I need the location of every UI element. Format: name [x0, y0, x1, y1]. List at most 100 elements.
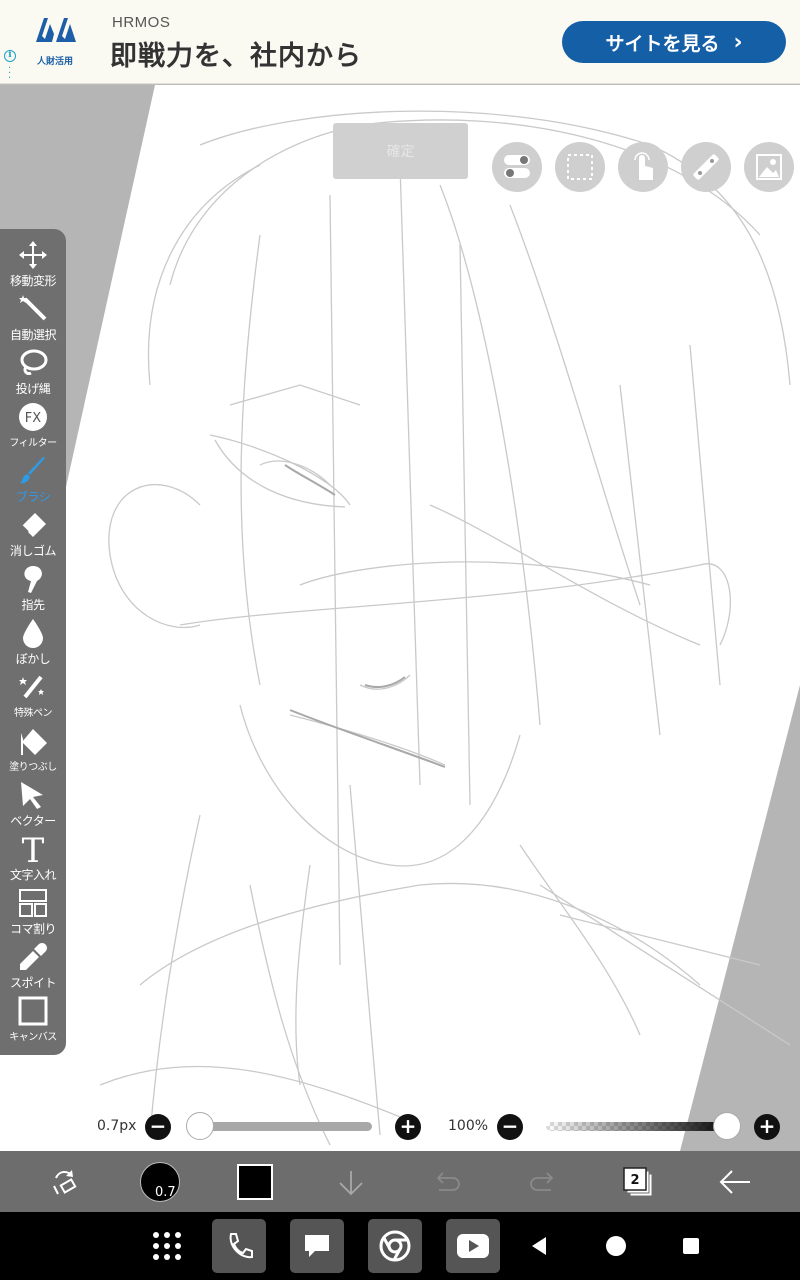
tool-canvas[interactable]: キャンバス: [0, 995, 66, 1049]
blur-icon: [23, 619, 43, 648]
ad-menu-icon[interactable]: · · ·: [8, 64, 12, 84]
touch-button[interactable]: [618, 142, 668, 192]
ad-headline: 即戦力を、社内から: [110, 41, 362, 72]
tool-eyedropper[interactable]: スポイト: [0, 941, 66, 995]
vector-icon: [21, 782, 43, 809]
tool-label: コマ割り: [9, 922, 57, 936]
lasso-icon: [20, 349, 48, 375]
tool-eraser[interactable]: 消しゴム: [0, 509, 66, 563]
text-icon: T: [22, 833, 45, 865]
nav-recents-icon: [683, 1238, 699, 1254]
messages-app[interactable]: [290, 1219, 344, 1273]
color-button[interactable]: [236, 1151, 274, 1212]
ruler-button[interactable]: [681, 142, 731, 192]
tool-label: キャンバス: [9, 1032, 57, 1043]
svg-text:FX: FX: [25, 411, 41, 426]
layers-button[interactable]: 2: [620, 1151, 656, 1212]
chevron-right-icon: ›: [733, 29, 743, 55]
tool-sidebar: 移動変形 自動選択 投げ縄 FX フィルター ブラシ 消しゴム 指先 ぼかし 特…: [0, 229, 66, 1055]
undo-button[interactable]: [430, 1151, 464, 1212]
nav-back-button[interactable]: [512, 1219, 566, 1273]
tool-label: ぼかし: [15, 652, 51, 666]
frame-divider-icon: [19, 889, 47, 917]
drawing-canvas[interactable]: [0, 85, 800, 1151]
ad-brand: HRMOS: [112, 14, 171, 31]
bottom-toolbar: 0.7 2: [0, 1151, 800, 1212]
redo-icon: [530, 1171, 554, 1191]
back-button[interactable]: [716, 1151, 754, 1212]
tool-filter[interactable]: FX フィルター: [0, 401, 66, 455]
tool-label: 自動選択: [9, 328, 57, 342]
tool-text[interactable]: T 文字入れ: [0, 833, 66, 887]
tool-brush[interactable]: ブラシ: [0, 455, 66, 509]
chrome-app[interactable]: [368, 1219, 422, 1273]
tool-vector[interactable]: ベクター: [0, 779, 66, 833]
size-slider-knob[interactable]: [186, 1112, 214, 1140]
size-slider-track[interactable]: [196, 1122, 372, 1131]
size-plus-button[interactable]: +: [395, 1114, 421, 1140]
ad-banner[interactable]: i · · · 人財活用 HRMOS 即戦力を、社内から サイトを見る ›: [0, 0, 800, 84]
tool-smudge[interactable]: 指先: [0, 563, 66, 617]
ad-cta-button[interactable]: サイトを見る ›: [562, 21, 786, 63]
tool-label: 文字入れ: [9, 868, 57, 882]
redo-button[interactable]: [526, 1151, 560, 1212]
nav-recents-button[interactable]: [664, 1219, 718, 1273]
tool-blur[interactable]: ぼかし: [0, 617, 66, 671]
tool-fill[interactable]: 塗りつぶし: [0, 725, 66, 779]
workspace[interactable]: 確定: [0, 85, 800, 1151]
tool-label: スポイト: [9, 976, 57, 990]
selection-button[interactable]: [555, 142, 605, 192]
tool-label: 指先: [21, 598, 45, 612]
tool-label: 消しゴム: [9, 544, 57, 558]
messages-icon: [305, 1235, 329, 1257]
confirm-button[interactable]: 確定: [333, 123, 468, 179]
brush-preview[interactable]: 0.7: [140, 1151, 180, 1212]
eyedropper-icon: [20, 943, 47, 970]
opacity-slider-knob[interactable]: [713, 1112, 741, 1140]
opacity-plus-button[interactable]: +: [754, 1114, 780, 1140]
tool-label: 移動変形: [9, 274, 57, 288]
tool-label: 特殊ペン: [14, 708, 53, 719]
phone-app[interactable]: [212, 1219, 266, 1273]
move-icon: [19, 241, 47, 269]
toggle-button[interactable]: [492, 142, 542, 192]
brush-size-label: 0.7px: [97, 1118, 137, 1134]
app-drawer-icon: [153, 1232, 181, 1260]
nav-back-icon: [532, 1237, 546, 1255]
ad-logo: 人財活用: [26, 12, 84, 68]
size-minus-button[interactable]: −: [145, 1114, 171, 1140]
app-drawer-button[interactable]: [140, 1219, 194, 1273]
selection-icon: [567, 154, 593, 180]
info-icon[interactable]: i: [4, 50, 16, 62]
tool-label: ブラシ: [15, 490, 51, 504]
eraser-icon: [21, 513, 46, 537]
brush-size-value: 0.7: [155, 1184, 176, 1200]
youtube-app[interactable]: [446, 1219, 500, 1273]
youtube-icon: [457, 1234, 489, 1258]
nav-home-button[interactable]: [589, 1219, 643, 1273]
tool-frame-divider[interactable]: コマ割り: [0, 887, 66, 941]
toggle-icon: [504, 155, 530, 178]
tool-move[interactable]: 移動変形: [0, 239, 66, 293]
back-icon: [719, 1169, 750, 1194]
top-tools: [492, 142, 794, 192]
swap-icon: [53, 1169, 77, 1194]
tool-label: ベクター: [10, 814, 56, 828]
tool-auto-select[interactable]: 自動選択: [0, 293, 66, 347]
smudge-icon: [24, 566, 42, 593]
phone-icon: [229, 1233, 253, 1259]
download-button[interactable]: [334, 1151, 368, 1212]
system-navbar: [0, 1212, 800, 1280]
tool-label: 投げ縄: [15, 382, 51, 396]
tool-lasso[interactable]: 投げ縄: [0, 347, 66, 401]
download-icon: [339, 1170, 363, 1195]
image-button[interactable]: [744, 142, 794, 192]
layer-count: 2: [630, 1173, 639, 1188]
fill-icon: [21, 729, 47, 755]
opacity-slider-track[interactable]: [546, 1122, 734, 1131]
svg-text:T: T: [22, 833, 45, 865]
swap-button[interactable]: [44, 1151, 84, 1212]
opacity-minus-button[interactable]: −: [497, 1114, 523, 1140]
tool-special-pen[interactable]: 特殊ペン: [0, 671, 66, 725]
ad-cta-label: サイトを見る: [605, 32, 720, 55]
